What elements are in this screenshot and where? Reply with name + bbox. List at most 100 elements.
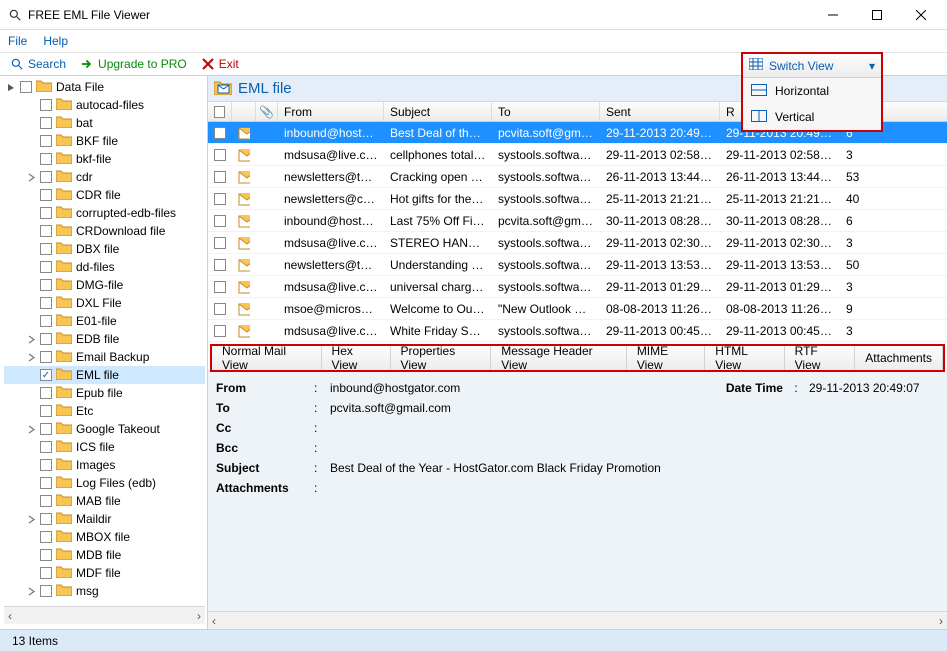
- folder-tree[interactable]: Data File autocad-filesbatBKF filebkf-fi…: [0, 76, 208, 629]
- view-tab[interactable]: MIME View: [627, 346, 705, 370]
- checkbox[interactable]: [40, 333, 52, 345]
- header-from[interactable]: From: [278, 102, 384, 121]
- tree-item[interactable]: Epub file: [4, 384, 205, 402]
- checkbox[interactable]: [40, 567, 52, 579]
- checkbox[interactable]: [40, 171, 52, 183]
- switch-vertical[interactable]: Vertical: [743, 104, 881, 130]
- tree-item[interactable]: Maildir: [4, 510, 205, 528]
- expand-icon[interactable]: [24, 566, 38, 580]
- mail-row[interactable]: newsletters@cnet...Hot gifts for the j..…: [208, 188, 947, 210]
- expand-icon[interactable]: [24, 548, 38, 562]
- expand-icon[interactable]: [24, 386, 38, 400]
- tree-item[interactable]: MBOX file: [4, 528, 205, 546]
- view-tab[interactable]: Hex View: [322, 346, 391, 370]
- expand-icon[interactable]: [24, 584, 38, 598]
- checkbox[interactable]: [40, 495, 52, 507]
- view-tab[interactable]: Attachments: [855, 346, 943, 370]
- checkbox[interactable]: [20, 81, 32, 93]
- checkbox[interactable]: [40, 153, 52, 165]
- tree-item[interactable]: cdr: [4, 168, 205, 186]
- tree-item[interactable]: msg: [4, 582, 205, 600]
- expand-icon[interactable]: [24, 422, 38, 436]
- checkbox[interactable]: [40, 207, 52, 219]
- close-button[interactable]: [899, 1, 943, 29]
- view-tab[interactable]: Properties View: [391, 346, 492, 370]
- expand-icon[interactable]: [24, 134, 38, 148]
- expand-icon[interactable]: [24, 440, 38, 454]
- tree-item[interactable]: DMG-file: [4, 276, 205, 294]
- checkbox[interactable]: [40, 99, 52, 111]
- expand-icon[interactable]: [24, 98, 38, 112]
- checkbox[interactable]: [40, 585, 52, 597]
- panel-hscroll[interactable]: ‹›: [208, 611, 947, 629]
- checkbox[interactable]: [40, 279, 52, 291]
- mail-row[interactable]: msoe@microsoft.c...Welcome to Outl..."Ne…: [208, 298, 947, 320]
- switch-view-button[interactable]: Switch View ▾: [743, 54, 881, 78]
- row-checkbox[interactable]: [214, 325, 226, 337]
- expand-icon[interactable]: [24, 314, 38, 328]
- header-sent[interactable]: Sent: [600, 102, 720, 121]
- row-checkbox[interactable]: [214, 237, 226, 249]
- checkbox[interactable]: [40, 459, 52, 471]
- checkbox[interactable]: [40, 351, 52, 363]
- upgrade-button[interactable]: Upgrade to PRO: [74, 55, 193, 73]
- minimize-button[interactable]: [811, 1, 855, 29]
- checkbox[interactable]: [40, 225, 52, 237]
- mail-row[interactable]: newsletters@tech...Understanding S...sys…: [208, 254, 947, 276]
- checkbox[interactable]: [40, 261, 52, 273]
- header-to[interactable]: To: [492, 102, 600, 121]
- view-tab[interactable]: Normal Mail View: [212, 346, 322, 370]
- checkbox[interactable]: [40, 405, 52, 417]
- expand-icon[interactable]: [24, 242, 38, 256]
- row-checkbox[interactable]: [214, 303, 226, 315]
- mail-row[interactable]: mdsusa@live.comuniversal charger ...syst…: [208, 276, 947, 298]
- tree-item[interactable]: Images: [4, 456, 205, 474]
- view-tab[interactable]: HTML View: [705, 346, 784, 370]
- exit-button[interactable]: Exit: [195, 55, 245, 73]
- mail-row[interactable]: mdsusa@live.comWhite Friday Sale ...syst…: [208, 320, 947, 342]
- checkbox[interactable]: [40, 135, 52, 147]
- expand-icon[interactable]: [24, 278, 38, 292]
- expand-icon[interactable]: [24, 350, 38, 364]
- tree-item[interactable]: Etc: [4, 402, 205, 420]
- checkbox[interactable]: [40, 477, 52, 489]
- expand-icon[interactable]: [24, 512, 38, 526]
- checkbox[interactable]: [40, 531, 52, 543]
- tree-item[interactable]: DBX file: [4, 240, 205, 258]
- tree-item[interactable]: Log Files (edb): [4, 474, 205, 492]
- tree-item[interactable]: bat: [4, 114, 205, 132]
- row-checkbox[interactable]: [214, 259, 226, 271]
- mail-row[interactable]: mdsusa@live.comSTEREO HANDSFR...systools…: [208, 232, 947, 254]
- expand-icon[interactable]: [24, 152, 38, 166]
- row-checkbox[interactable]: [214, 281, 226, 293]
- tree-root[interactable]: Data File: [4, 78, 205, 96]
- tree-item[interactable]: EML file: [4, 366, 205, 384]
- expand-icon[interactable]: [24, 494, 38, 508]
- switch-horizontal[interactable]: Horizontal: [743, 78, 881, 104]
- expand-icon[interactable]: [24, 116, 38, 130]
- header-subject[interactable]: Subject: [384, 102, 492, 121]
- expand-icon[interactable]: [24, 296, 38, 310]
- checkbox[interactable]: [40, 513, 52, 525]
- expand-icon[interactable]: [24, 224, 38, 238]
- expand-icon[interactable]: [24, 530, 38, 544]
- mail-row[interactable]: inbound@hostga...Last 75% Off Fire ...pc…: [208, 210, 947, 232]
- menu-file[interactable]: File: [8, 34, 27, 48]
- row-checkbox[interactable]: [214, 193, 226, 205]
- row-checkbox[interactable]: [214, 171, 226, 183]
- expand-icon[interactable]: [24, 188, 38, 202]
- expand-icon[interactable]: [24, 368, 38, 382]
- expand-icon[interactable]: [24, 332, 38, 346]
- checkbox[interactable]: [40, 189, 52, 201]
- expand-icon[interactable]: [24, 458, 38, 472]
- checkbox[interactable]: [40, 549, 52, 561]
- checkbox[interactable]: [40, 369, 52, 381]
- checkbox[interactable]: [40, 423, 52, 435]
- tree-hscroll[interactable]: ‹›: [4, 606, 205, 624]
- tree-item[interactable]: Google Takeout: [4, 420, 205, 438]
- expand-icon[interactable]: [24, 170, 38, 184]
- view-tab[interactable]: RTF View: [785, 346, 856, 370]
- search-button[interactable]: Search: [4, 55, 72, 73]
- tree-item[interactable]: Email Backup: [4, 348, 205, 366]
- menu-help[interactable]: Help: [43, 34, 68, 48]
